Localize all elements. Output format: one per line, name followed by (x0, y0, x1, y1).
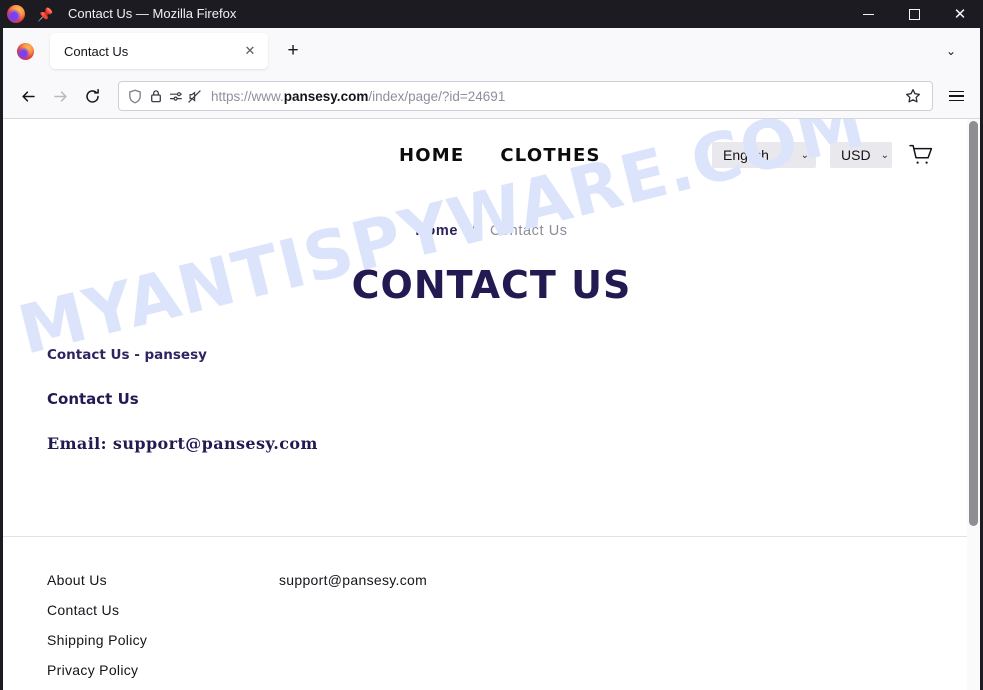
maximize-button[interactable] (891, 0, 937, 28)
web-page: HOME CLOTHES English ⌄ USD ⌄ Home / Cont… (3, 119, 980, 690)
browser-window: 📌 Contact Us — Mozilla Firefox ✕ Contact… (0, 0, 983, 690)
pin-icon[interactable]: 📌 (37, 8, 53, 21)
minimize-button[interactable] (845, 0, 891, 28)
footer-link-about-us[interactable]: About Us (47, 572, 279, 588)
hamburger-menu-icon[interactable] (941, 81, 971, 111)
tab-strip: Contact Us ✕ + ⌄ (0, 28, 983, 74)
permissions-icon[interactable] (169, 90, 183, 103)
site-footer: About Us Contact Us Shipping Policy Priv… (3, 537, 980, 690)
url-bar[interactable]: https://www.pansesy.com/index/page/?id=2… (118, 81, 933, 111)
shopping-cart-icon[interactable] (906, 141, 936, 169)
content-email-line: Email: support@pansesy.com (47, 434, 318, 453)
site-navigation: HOME CLOTHES (399, 145, 601, 166)
currency-value: USD (841, 147, 871, 163)
firefox-logo-icon (7, 5, 25, 23)
new-tab-button[interactable]: + (278, 36, 308, 66)
page-title: CONTACT US (351, 263, 632, 307)
title-bar: 📌 Contact Us — Mozilla Firefox ✕ (0, 0, 983, 28)
page-scrollbar-thumb[interactable] (969, 121, 978, 526)
breadcrumb-separator: / (471, 223, 477, 239)
window-title: Contact Us — Mozilla Firefox (68, 6, 237, 21)
forward-button[interactable] (44, 80, 76, 112)
tab-close-icon[interactable]: ✕ (240, 41, 260, 61)
footer-link-list: About Us Contact Us Shipping Policy Priv… (47, 572, 279, 690)
language-value: English (723, 147, 769, 163)
firefox-account-icon[interactable] (17, 42, 34, 60)
chevron-down-icon: ⌄ (880, 149, 889, 161)
chevron-down-icon[interactable]: ⌄ (938, 38, 964, 64)
bookmark-star-icon[interactable] (900, 83, 926, 109)
breadcrumb: Home / Contact Us (3, 223, 980, 239)
back-button[interactable] (12, 80, 44, 112)
content-heading: Contact Us (47, 390, 139, 408)
page-content: Contact Us - pansesy Contact Us Email: s… (3, 347, 980, 453)
currency-select[interactable]: USD ⌄ (830, 142, 892, 168)
navigation-toolbar: https://www.pansesy.com/index/page/?id=2… (3, 74, 980, 118)
page-viewport: HOME CLOTHES English ⌄ USD ⌄ Home / Cont… (3, 118, 980, 690)
close-button[interactable]: ✕ (937, 0, 983, 28)
reload-button[interactable] (76, 80, 108, 112)
browser-tab[interactable]: Contact Us ✕ (50, 33, 268, 69)
lock-icon[interactable] (150, 89, 162, 103)
footer-link-privacy-policy[interactable]: Privacy Policy (47, 662, 279, 678)
tab-title: Contact Us (64, 43, 129, 59)
shield-icon[interactable] (128, 89, 142, 104)
language-select[interactable]: English ⌄ (712, 142, 816, 168)
chevron-down-icon: ⌄ (800, 149, 809, 161)
footer-link-shipping-policy[interactable]: Shipping Policy (47, 632, 279, 648)
content-subtitle: Contact Us - pansesy (47, 347, 207, 363)
window-controls: ✕ (845, 0, 983, 28)
autoplay-blocked-icon[interactable] (187, 89, 202, 104)
site-header: HOME CLOTHES English ⌄ USD ⌄ (3, 119, 980, 191)
nav-link-home[interactable]: HOME (399, 145, 464, 166)
window-edge-left (0, 28, 3, 690)
footer-link-contact-us[interactable]: Contact Us (47, 602, 279, 618)
breadcrumb-current: Contact Us (489, 223, 568, 239)
breadcrumb-home-link[interactable]: Home (415, 223, 458, 239)
header-controls: English ⌄ USD ⌄ (712, 141, 936, 169)
footer-contact-email: support@pansesy.com (279, 572, 428, 588)
nav-link-clothes[interactable]: CLOTHES (500, 145, 600, 166)
url-text: https://www.pansesy.com/index/page/?id=2… (211, 88, 506, 104)
